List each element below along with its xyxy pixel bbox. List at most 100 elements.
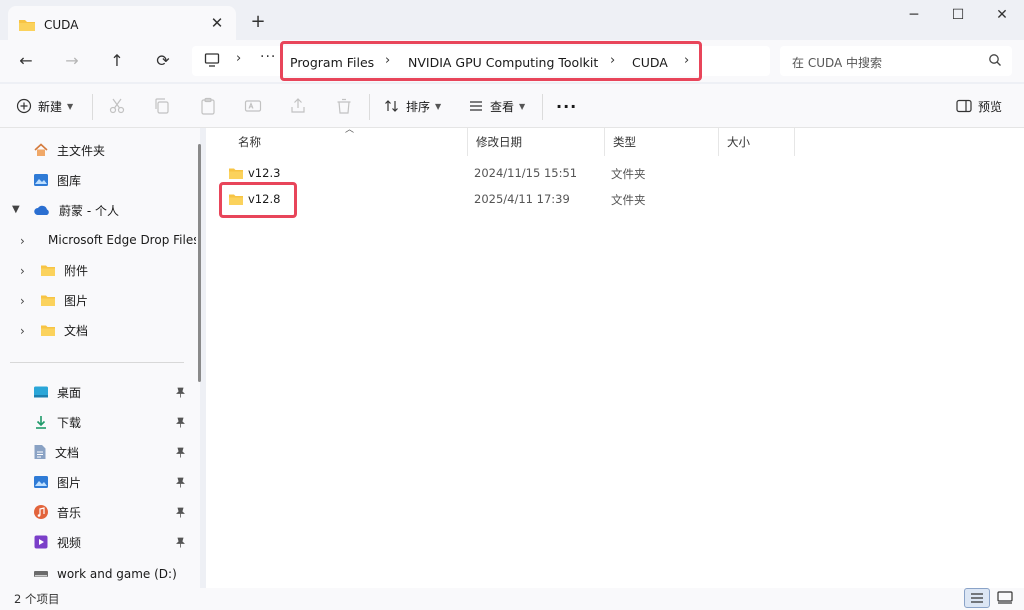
close-window-button[interactable]: ✕ xyxy=(980,2,1024,30)
preview-pane-button[interactable]: 预览 xyxy=(956,94,1002,118)
home-icon xyxy=(34,143,48,156)
sidebar-item-pictures[interactable]: 图片 xyxy=(0,468,196,496)
column-header-date[interactable]: 修改日期 xyxy=(468,128,605,156)
sidebar-item-desktop[interactable]: 桌面 xyxy=(0,378,196,406)
sidebar-item-label: 蔚蒙 - 个人 xyxy=(59,203,119,218)
address-bar[interactable]: › ··· Program Files › NVIDIA GPU Computi… xyxy=(192,41,770,81)
sidebar-item-label: 文档 xyxy=(64,323,89,338)
file-date: 2024/11/15 15:51 xyxy=(474,166,578,180)
share-icon[interactable] xyxy=(288,96,308,116)
sidebar-item-music[interactable]: 音乐 xyxy=(0,498,196,526)
delete-icon[interactable] xyxy=(334,96,354,116)
sidebar-item-label: 主文件夹 xyxy=(57,143,106,158)
details-view-icon xyxy=(971,593,983,603)
title-bar: CUDA ✕ + ─ ☐ ✕ xyxy=(0,0,1024,44)
file-type: 文件夹 xyxy=(611,167,646,181)
chevron-right-icon[interactable]: › xyxy=(385,53,390,68)
file-type: 文件夹 xyxy=(611,193,646,207)
sidebar-item-cloud-documents[interactable]: 文档 xyxy=(0,316,196,344)
tab-close-icon[interactable]: ✕ xyxy=(208,14,226,32)
forward-button[interactable]: → xyxy=(60,50,84,72)
sidebar-item-label: 文档 xyxy=(55,445,80,460)
pin-icon[interactable] xyxy=(176,417,185,431)
toolbar-divider xyxy=(542,94,543,120)
sidebar-item-documents[interactable]: 文档 xyxy=(0,438,196,466)
toolbar-divider xyxy=(369,94,370,120)
breadcrumb-item-cuda[interactable]: CUDA xyxy=(632,55,668,70)
folder-icon xyxy=(229,168,243,179)
sidebar-scrollbar[interactable] xyxy=(198,144,201,382)
file-name-cell[interactable]: v12.3 xyxy=(228,166,280,180)
minimize-button[interactable]: ─ xyxy=(892,2,936,30)
up-button[interactable]: ↑ xyxy=(105,50,129,72)
chevron-right-icon[interactable]: › xyxy=(610,53,615,68)
details-view-button[interactable] xyxy=(964,588,990,608)
breadcrumb-item-program-files[interactable]: Program Files xyxy=(290,55,374,70)
rename-icon[interactable] xyxy=(243,96,263,116)
column-header-type[interactable]: 类型 xyxy=(605,128,719,156)
sort-icon xyxy=(385,100,398,112)
pin-icon[interactable] xyxy=(176,387,185,401)
sidebar-item-label: 视频 xyxy=(57,535,82,550)
sidebar-item-label: 音乐 xyxy=(57,505,82,520)
folder-icon xyxy=(19,20,35,31)
folder-icon xyxy=(41,265,55,276)
toolbar-divider xyxy=(92,94,93,120)
command-bar: 新建 ▼ 排序 ▼ 查看 ▼ ··· 预览 xyxy=(0,84,1024,128)
back-button[interactable]: ← xyxy=(14,50,38,72)
preview-pane-icon xyxy=(956,99,972,113)
folder-icon xyxy=(41,325,55,336)
pin-icon[interactable] xyxy=(176,507,185,521)
sort-button[interactable]: 排序 ▼ xyxy=(384,94,441,118)
sidebar-item-videos[interactable]: 视频 xyxy=(0,528,196,556)
sidebar-item-gallery[interactable]: 图库 xyxy=(0,166,196,194)
table-row[interactable]: v12.8 2025/4/11 17:39 文件夹 xyxy=(222,186,782,212)
breadcrumb-item-nvidia-toolkit[interactable]: NVIDIA GPU Computing Toolkit xyxy=(408,55,598,70)
file-name: v12.3 xyxy=(248,166,281,180)
tab-title: CUDA xyxy=(44,18,79,32)
sidebar-item-downloads[interactable]: 下载 xyxy=(0,408,196,436)
chevron-right-icon[interactable]: › xyxy=(236,51,241,66)
search-input[interactable]: 在 CUDA 中搜索 xyxy=(792,54,882,71)
sidebar-item-attachments[interactable]: 附件 xyxy=(0,256,196,284)
table-row[interactable]: v12.3 2024/11/15 15:51 文件夹 xyxy=(222,160,782,186)
new-tab-button[interactable]: + xyxy=(248,10,268,34)
view-button[interactable]: 查看 ▼ xyxy=(468,94,525,118)
refresh-button[interactable]: ⟳ xyxy=(151,50,175,72)
pin-icon[interactable] xyxy=(176,537,185,551)
pin-icon[interactable] xyxy=(176,447,185,461)
document-icon xyxy=(34,445,46,459)
breadcrumb-overflow-button[interactable]: ··· xyxy=(260,49,276,65)
copy-icon[interactable] xyxy=(152,96,172,116)
sidebar-item-drive-d[interactable]: work and game (D:) xyxy=(0,560,196,588)
sidebar-item-label: 附件 xyxy=(64,263,89,278)
cut-icon[interactable] xyxy=(107,96,127,116)
tab-cuda[interactable]: CUDA ✕ xyxy=(8,6,236,44)
preview-label: 预览 xyxy=(978,99,1003,114)
view-label: 查看 xyxy=(490,99,515,114)
search-box[interactable]: 在 CUDA 中搜索 xyxy=(780,46,1012,76)
tiles-view-button[interactable] xyxy=(993,588,1019,608)
chevron-down-icon: ▼ xyxy=(519,101,526,111)
new-button[interactable]: 新建 ▼ xyxy=(16,94,73,118)
column-header-name[interactable]: 名称 xyxy=(230,128,468,156)
gallery-icon xyxy=(34,174,48,186)
paste-icon[interactable] xyxy=(198,96,218,116)
sidebar-item-edge-drop[interactable]: Microsoft Edge Drop Files xyxy=(0,226,196,254)
sidebar-item-cloud-pictures[interactable]: 图片 xyxy=(0,286,196,314)
chevron-down-icon: ▼ xyxy=(435,101,442,111)
sidebar-item-home[interactable]: 主文件夹 xyxy=(0,136,196,164)
drive-icon xyxy=(34,571,48,577)
pin-icon[interactable] xyxy=(176,477,185,491)
this-pc-icon[interactable] xyxy=(204,52,220,68)
navigation-bar: ← → ↑ ⟳ › ··· Program Files › NVIDIA GPU… xyxy=(0,40,1024,82)
sidebar-item-onedrive[interactable]: 蔚蒙 - 个人 xyxy=(0,196,196,224)
sidebar-item-label: work and game (D:) xyxy=(57,567,177,581)
folder-icon xyxy=(41,295,55,306)
sidebar-item-label: Microsoft Edge Drop Files xyxy=(48,233,196,247)
view-list-icon xyxy=(470,101,482,111)
chevron-right-icon[interactable]: › xyxy=(684,53,689,68)
column-header-size[interactable]: 大小 xyxy=(719,128,795,156)
more-options-button[interactable]: ··· xyxy=(556,94,577,118)
maximize-button[interactable]: ☐ xyxy=(936,2,980,30)
